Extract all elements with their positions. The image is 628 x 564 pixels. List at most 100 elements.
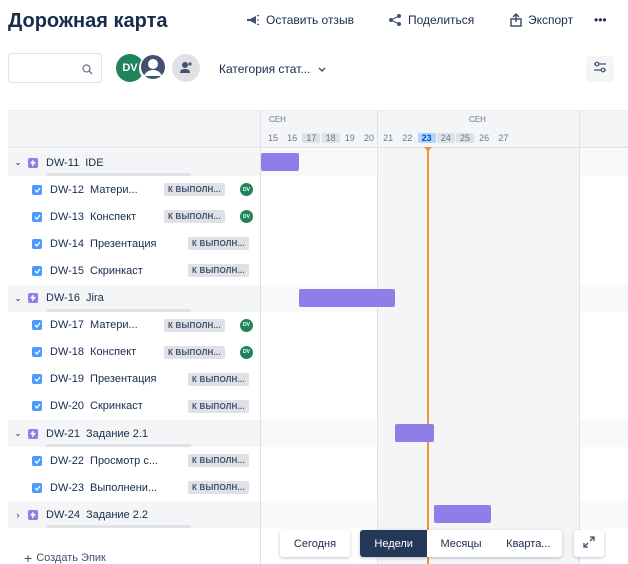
row-label-cell: DW-14 Презентация К ВЫПОЛН... [8,230,260,257]
issue-summary: Задание 2.2 [86,508,149,521]
issues-column-header [8,110,260,148]
day-label: 16 [287,133,298,143]
row-label-cell: › DW-24 Задание 2.2 [8,501,260,529]
today-marker-icon [423,147,432,152]
issue-key[interactable]: DW-14 [50,238,84,250]
issue-key[interactable]: DW-13 [50,211,84,223]
row-label-cell: DW-22 Просмотр с... К ВЫПОЛН... [8,447,260,474]
day-label: 25 [456,133,474,143]
quarters-button[interactable]: Кварта... [495,530,562,557]
timescale-switcher: Недели Месяцы Кварта... [360,530,562,557]
more-button[interactable]: ••• [594,13,607,27]
row-label-cell: DW-18 Конспект К ВЫПОЛН... DV [8,339,260,366]
search-box [8,53,102,83]
weeks-button[interactable]: Недели [360,530,428,557]
issue-key[interactable]: DW-15 [50,265,84,277]
chevron-down-icon [318,62,326,76]
status-badge[interactable]: К ВЫПОЛН... [188,372,249,386]
day-label: 19 [344,133,355,143]
assignee-avatar[interactable]: DV [240,210,253,224]
epic-timeline-bar[interactable] [433,505,492,524]
assignee-avatar[interactable]: DV [240,183,253,197]
task-checkbox-icon [32,482,42,493]
status-badge[interactable]: К ВЫПОЛН... [164,318,225,332]
status-badge[interactable]: К ВЫПОЛН... [188,454,249,468]
expand-icon [583,535,595,553]
page-title: Дорожная карта [8,10,168,32]
status-badge[interactable]: К ВЫПОЛН... [164,210,225,224]
user-icon [140,54,166,83]
view-settings-button[interactable] [586,56,614,82]
search-input[interactable] [9,54,79,82]
row-label-cell: ⌄ DW-16 Jira [8,284,260,312]
issue-key[interactable]: DW-18 [50,346,84,358]
search-icon [82,62,93,80]
day-label: 23 [417,133,436,143]
day-label: 27 [498,133,509,143]
day-label: 17 [302,133,321,143]
fullscreen-button[interactable] [574,530,604,557]
today-button[interactable]: Сегодня [280,530,350,557]
assignee-avatar[interactable]: DV [240,345,253,359]
epic-timeline-bar[interactable] [261,153,300,171]
chevron-down-icon[interactable]: ⌄ [12,157,24,168]
row-label-cell: DW-12 Матери... К ВЫПОЛН... DV [8,176,260,203]
status-badge[interactable]: К ВЫПОЛН... [188,399,249,413]
assignee-avatar[interactable]: DV [240,318,253,332]
issue-key[interactable]: DW-16 [46,292,80,304]
task-checkbox-icon [32,455,42,466]
epic-icon [28,157,38,168]
task-checkbox-icon [32,184,42,195]
issue-key[interactable]: DW-20 [50,400,84,412]
epic-timeline-bar[interactable] [299,288,396,307]
create-epic-button[interactable]: + Создать Эпик [24,550,106,564]
status-badge[interactable]: К ВЫПОЛН... [164,345,225,359]
status-badge[interactable]: К ВЫПОЛН... [188,481,249,495]
megaphone-icon [246,14,260,26]
chevron-down-icon[interactable]: ⌄ [12,293,24,304]
issue-key[interactable]: DW-21 [46,428,80,440]
issue-key[interactable]: DW-23 [50,482,84,494]
row-label-cell: DW-23 Выполнени... К ВЫПОЛН... [8,474,260,501]
epic-timeline-bar[interactable] [395,424,434,442]
sliders-icon [593,60,607,78]
issue-key[interactable]: DW-19 [50,373,84,385]
epic-icon [28,428,38,439]
status-badge[interactable]: К ВЫПОЛН... [188,264,249,278]
issue-key[interactable]: DW-12 [50,184,84,196]
month-label: СЕН [469,115,486,124]
chevron-right-icon[interactable]: › [12,510,24,520]
week-divider [579,110,580,564]
row-label-cell: DW-19 Презентация К ВЫПОЛН... [8,366,260,393]
issue-summary: Jira [86,292,104,304]
export-button[interactable]: Экспорт [510,13,573,27]
epic-icon [28,293,38,303]
day-label: 26 [479,133,490,143]
share-button[interactable]: Поделиться [388,13,474,27]
chevron-down-icon[interactable]: ⌄ [12,428,24,439]
task-checkbox-icon [32,374,42,385]
plus-icon: + [24,550,33,564]
status-badge[interactable]: К ВЫПОЛН... [188,237,249,251]
issue-key[interactable]: DW-11 [46,157,79,169]
feedback-button[interactable]: Оставить отзыв [246,13,354,27]
timeline-grid: СЕН СЕН 15 16 17 18 19 20 21 22 23 24 25 26 27 [260,110,628,564]
add-people-button[interactable] [172,54,200,82]
issue-summary: Презентация [90,373,157,386]
status-badge[interactable]: К ВЫПОЛН... [164,183,225,197]
issue-key[interactable]: DW-22 [50,455,84,467]
export-icon [510,13,522,27]
issue-key[interactable]: DW-24 [46,509,80,521]
row-label-cell: DW-17 Матери... К ВЫПОЛН... DV [8,312,260,339]
task-checkbox-icon [32,401,42,412]
task-checkbox-icon [32,347,42,358]
row-label-cell: DW-20 Скринкаст К ВЫПОЛН... [8,393,260,420]
status-category-select[interactable]: Категория стат... [219,62,326,76]
share-icon [388,14,402,26]
task-checkbox-icon [32,320,42,331]
avatar-unassigned[interactable] [139,54,167,82]
months-button[interactable]: Месяцы [427,530,494,557]
issue-key[interactable]: DW-17 [50,319,84,331]
week-shade [377,148,579,564]
row-label-cell: DW-15 Скринкаст К ВЫПОЛН... [8,257,260,284]
